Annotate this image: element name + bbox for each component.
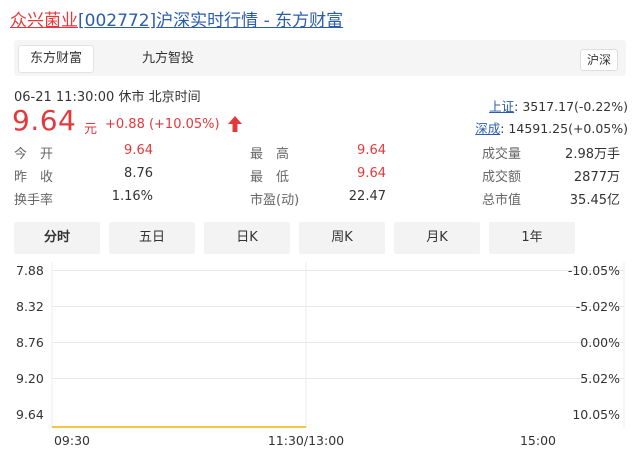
- stat-value: 2.98万手: [565, 147, 620, 162]
- stat-label: 换手率: [14, 193, 54, 208]
- grid-line: [52, 342, 624, 343]
- datetime: 06-21 11:30:00: [14, 90, 115, 105]
- grid-line: [52, 270, 624, 271]
- grid-line: [52, 306, 624, 307]
- stat-label: 最 高: [250, 147, 290, 162]
- period-tab[interactable]: 周K: [299, 222, 385, 254]
- stat-value: 1.16%: [111, 189, 153, 204]
- price-change: +0.88 (+10.05%): [105, 117, 220, 132]
- period-tab[interactable]: 分时: [14, 222, 100, 254]
- market-badge[interactable]: 沪深: [579, 49, 618, 71]
- y-left-tick-label: 7.88: [16, 263, 44, 278]
- y-left-tick-label: 8.76: [16, 335, 44, 350]
- grid-line: [52, 378, 624, 379]
- x-tick-label: 15:00: [520, 433, 556, 448]
- stat-label: 总市值: [482, 193, 522, 208]
- page-title: 众兴菌业[002772]沪深实时行情 - 东方财富: [10, 6, 343, 31]
- y-left-tick-label: 9.64: [16, 407, 44, 422]
- y-right-tick-label: 10.05%: [572, 407, 620, 422]
- stat-value: 8.76: [124, 166, 153, 181]
- stat-label: 最 低: [250, 170, 290, 185]
- stat-value: 9.64: [357, 143, 386, 158]
- stat-value: 9.64: [124, 143, 153, 158]
- title-suffix-link[interactable]: 沪深实时行情 - 东方财富: [156, 11, 343, 31]
- period-tab[interactable]: 五日: [109, 222, 195, 254]
- stat-label: 成交量: [482, 147, 522, 162]
- stat-value: 22.47: [348, 189, 386, 204]
- y-left-tick-label: 9.20: [16, 371, 44, 386]
- up-arrow-icon: [228, 116, 242, 132]
- stock-code-link[interactable]: [002772]: [78, 11, 156, 31]
- period-tab[interactable]: 1年: [489, 222, 575, 254]
- stat-value: 2877万: [573, 170, 620, 185]
- index-shanghai-link[interactable]: 上证: [489, 99, 514, 114]
- quote-timestamp: 06-21 11:30:00 休市 北京时间: [14, 86, 201, 105]
- stock-name-link[interactable]: 众兴菌业: [10, 11, 78, 31]
- price-unit: 元: [84, 122, 98, 137]
- source-tabbar: 东方财富 九方智投 沪深: [14, 40, 626, 76]
- y-left-tick-label: 8.32: [16, 299, 44, 314]
- x-tick-label: 11:30/13:00: [268, 433, 344, 448]
- period-tab[interactable]: 日K: [204, 222, 290, 254]
- x-tick-label: 09:30: [54, 433, 90, 448]
- market-state: 休市: [118, 90, 145, 105]
- tab-jiufang[interactable]: 九方智投: [126, 46, 210, 72]
- tab-dongfang[interactable]: 东方财富: [18, 45, 94, 73]
- stat-label: 今 开: [14, 147, 54, 162]
- period-tab[interactable]: 月K: [394, 222, 480, 254]
- stat-value: 35.45亿: [569, 193, 620, 208]
- index-shenzhen: 深成: 14591.25(+0.05%): [475, 121, 628, 136]
- stat-value: 9.64: [357, 166, 386, 181]
- timezone: 北京时间: [148, 90, 201, 105]
- stat-label: 昨 收: [14, 170, 54, 185]
- stat-label: 成交额: [482, 170, 522, 185]
- current-price: 9.64: [12, 104, 77, 137]
- period-tabs: 分时 五日 日K 周K 月K 1年: [14, 222, 626, 254]
- index-shenzhen-link[interactable]: 深成: [475, 121, 500, 136]
- index-shanghai: 上证: 3517.17(-0.22%): [489, 99, 628, 114]
